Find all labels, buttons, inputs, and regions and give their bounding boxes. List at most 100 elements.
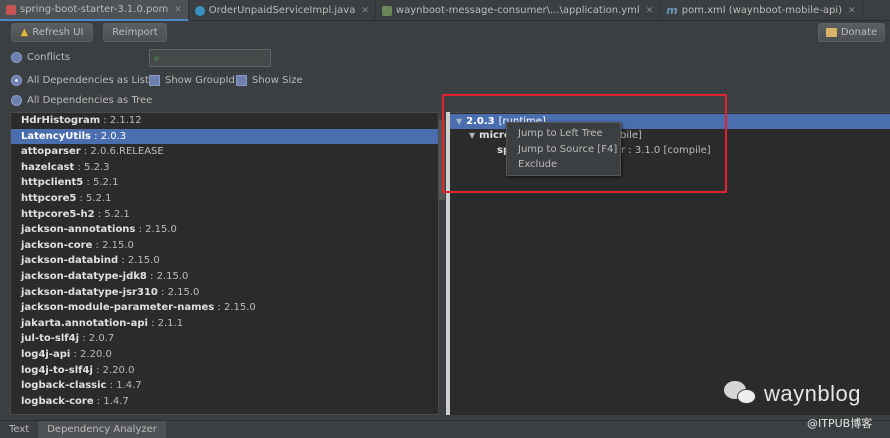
dependency-version: : 2.0.3 bbox=[90, 130, 127, 142]
dependency-version: : 2.20.0 bbox=[70, 348, 112, 360]
list-item[interactable]: logback-classic : 1.4.7 bbox=[11, 378, 438, 394]
close-icon[interactable]: ✕ bbox=[646, 6, 654, 16]
list-item[interactable]: jackson-core : 2.15.0 bbox=[11, 238, 438, 254]
dependency-name: jackson-module-parameter-names bbox=[21, 302, 215, 314]
list-item[interactable]: log4j-to-slf4j : 2.20.0 bbox=[11, 363, 438, 379]
reimport-button[interactable]: Reimport bbox=[103, 23, 167, 42]
list-item[interactable]: logback-core : 1.4.7 bbox=[11, 394, 438, 410]
dependency-version: : 5.2.1 bbox=[83, 177, 119, 189]
refresh-ui-label: Refresh UI bbox=[32, 27, 84, 38]
dependency-name: jackson-datatype-jdk8 bbox=[21, 270, 147, 282]
tab-label: pom.xml (waynboot-mobile-api) bbox=[681, 5, 842, 16]
maven-file-icon bbox=[6, 4, 16, 15]
close-icon[interactable]: ✕ bbox=[174, 5, 182, 15]
list-item[interactable]: LatencyUtils : 2.0.3 bbox=[11, 128, 438, 145]
dependency-version: : 2.0.7 bbox=[79, 333, 115, 345]
list-item[interactable]: jackson-datatype-jdk8 : 2.15.0 bbox=[11, 269, 438, 285]
search-icon: ⌕ bbox=[154, 52, 160, 64]
list-item[interactable]: httpcore5-h2 : 5.2.1 bbox=[11, 207, 438, 223]
dependency-version: : 5.2.1 bbox=[94, 208, 130, 220]
dependency-name: HdrHistogram bbox=[21, 115, 101, 126]
watermark: waynblog bbox=[724, 381, 861, 407]
dependency-name: logback-classic bbox=[21, 380, 107, 392]
donate-icon bbox=[825, 28, 837, 37]
dependency-version: : 5.2.3 bbox=[74, 161, 110, 173]
list-item[interactable]: HdrHistogram : 2.1.12 bbox=[11, 113, 438, 129]
dependency-name: jakarta.annotation-api bbox=[21, 317, 148, 329]
tab-label: OrderUnpaidServiceImpl.java bbox=[208, 5, 356, 16]
list-item[interactable]: httpcore5 : 5.2.1 bbox=[11, 191, 438, 207]
donate-button[interactable]: Donate bbox=[818, 23, 885, 42]
dependency-version: : 2.15.0 bbox=[146, 270, 189, 282]
checkbox-icon bbox=[236, 75, 247, 86]
tree-radio[interactable]: All Dependencies as Tree bbox=[11, 95, 152, 106]
tree-label: All Dependencies as Tree bbox=[27, 95, 153, 106]
dependency-version: : 2.0.6.RELEASE bbox=[80, 146, 164, 158]
radio-icon bbox=[11, 95, 22, 106]
list-item[interactable]: jackson-module-parameter-names : 2.15.0 bbox=[11, 300, 438, 316]
dependency-name: log4j-api bbox=[21, 348, 71, 360]
dependency-version: : 1.4.7 bbox=[106, 380, 142, 392]
watermark-brand: waynblog bbox=[764, 381, 861, 406]
dependency-version: : 2.1.12 bbox=[100, 115, 142, 126]
radio-icon bbox=[11, 52, 22, 63]
tab-application-yml[interactable]: waynboot-message-consumer\...\applicatio… bbox=[376, 0, 661, 21]
dependency-name: jackson-annotations bbox=[21, 224, 136, 236]
bottom-tab-bar: Text Dependency Analyzer bbox=[0, 420, 890, 438]
show-size-checkbox[interactable]: Show Size bbox=[236, 75, 303, 86]
list-radio[interactable]: All Dependencies as List bbox=[11, 75, 149, 86]
list-item[interactable]: jul-to-slf4j : 2.0.7 bbox=[11, 331, 438, 347]
dependency-version: : 1.4.7 bbox=[93, 395, 129, 407]
reimport-label: Reimport bbox=[112, 27, 158, 38]
dependency-name: jackson-core bbox=[21, 239, 93, 251]
checkbox-icon bbox=[149, 75, 160, 86]
search-input[interactable] bbox=[162, 52, 258, 64]
tab-spring-boot-starter-pom[interactable]: spring-boot-starter-3.1.0.pom ✕ bbox=[0, 0, 189, 21]
dependency-version: : 5.2.1 bbox=[76, 192, 112, 204]
editor-tab-bar: spring-boot-starter-3.1.0.pom ✕ OrderUnp… bbox=[0, 0, 890, 21]
list-item[interactable]: jackson-databind : 2.15.0 bbox=[11, 253, 438, 269]
dependency-name: httpcore5 bbox=[21, 192, 77, 204]
list-item[interactable]: log4j-api : 2.20.0 bbox=[11, 347, 438, 363]
maven-m-icon: m bbox=[666, 4, 678, 17]
tab-label: spring-boot-starter-3.1.0.pom bbox=[20, 4, 169, 15]
close-icon[interactable]: ✕ bbox=[848, 6, 856, 16]
refresh-ui-button[interactable]: ▲ Refresh UI bbox=[11, 23, 93, 42]
tab-label: waynboot-message-consumer\...\applicatio… bbox=[395, 5, 640, 16]
tab-dependency-analyzer[interactable]: Dependency Analyzer bbox=[38, 421, 166, 438]
dependency-version: : 2.15.0 bbox=[118, 255, 160, 267]
show-size-label: Show Size bbox=[252, 75, 303, 86]
conflicts-radio[interactable]: Conflicts bbox=[11, 52, 70, 63]
list-item[interactable]: jackson-annotations : 2.15.0 bbox=[11, 222, 438, 238]
dependency-name: hazelcast bbox=[21, 161, 75, 173]
list-item[interactable]: jackson-datatype-jsr310 : 2.15.0 bbox=[11, 285, 438, 301]
show-groupid-checkbox[interactable]: Show GroupId bbox=[149, 75, 235, 86]
list-item[interactable]: httpclient5 : 5.2.1 bbox=[11, 175, 438, 191]
conflicts-label: Conflicts bbox=[27, 52, 71, 63]
dependency-name: log4j-to-slf4j bbox=[21, 364, 93, 376]
dependency-name: jackson-databind bbox=[21, 255, 119, 267]
list-item[interactable]: hazelcast : 5.2.3 bbox=[11, 160, 438, 176]
dependency-version: : 2.15.0 bbox=[92, 239, 134, 251]
search-field[interactable]: ⌕ bbox=[149, 49, 271, 67]
dependency-version: : 2.15.0 bbox=[214, 302, 256, 314]
dependency-version: : 2.1.1 bbox=[147, 317, 184, 329]
close-icon[interactable]: ✕ bbox=[361, 6, 369, 16]
dependency-name: jackson-datatype-jsr310 bbox=[21, 286, 158, 298]
wechat-icon bbox=[724, 381, 758, 407]
dependency-name: jul-to-slf4j bbox=[21, 333, 80, 345]
dependency-name: logback-core bbox=[21, 395, 94, 407]
dependency-version: : 2.15.0 bbox=[135, 224, 177, 236]
tab-order-unpaid-service[interactable]: OrderUnpaidServiceImpl.java ✕ bbox=[189, 0, 376, 21]
radio-checked-icon bbox=[11, 75, 22, 86]
list-item[interactable]: attoparser : 2.0.6.RELEASE bbox=[11, 144, 438, 160]
dependency-list[interactable]: HdrHistogram : 2.1.12 LatencyUtils : 2.0.… bbox=[10, 112, 439, 415]
tab-text[interactable]: Text bbox=[0, 421, 38, 438]
dependency-name: attoparser bbox=[21, 146, 81, 158]
dependency-version: : 2.20.0 bbox=[92, 364, 135, 376]
warning-icon: ▲ bbox=[20, 27, 29, 38]
tab-pom-mobile-api[interactable]: m pom.xml (waynboot-mobile-api) ✕ bbox=[660, 0, 863, 21]
dependency-version: : 2.15.0 bbox=[157, 286, 200, 298]
list-item[interactable]: jakarta.annotation-api : 2.1.1 bbox=[11, 316, 438, 332]
donate-label: Donate bbox=[840, 27, 878, 38]
